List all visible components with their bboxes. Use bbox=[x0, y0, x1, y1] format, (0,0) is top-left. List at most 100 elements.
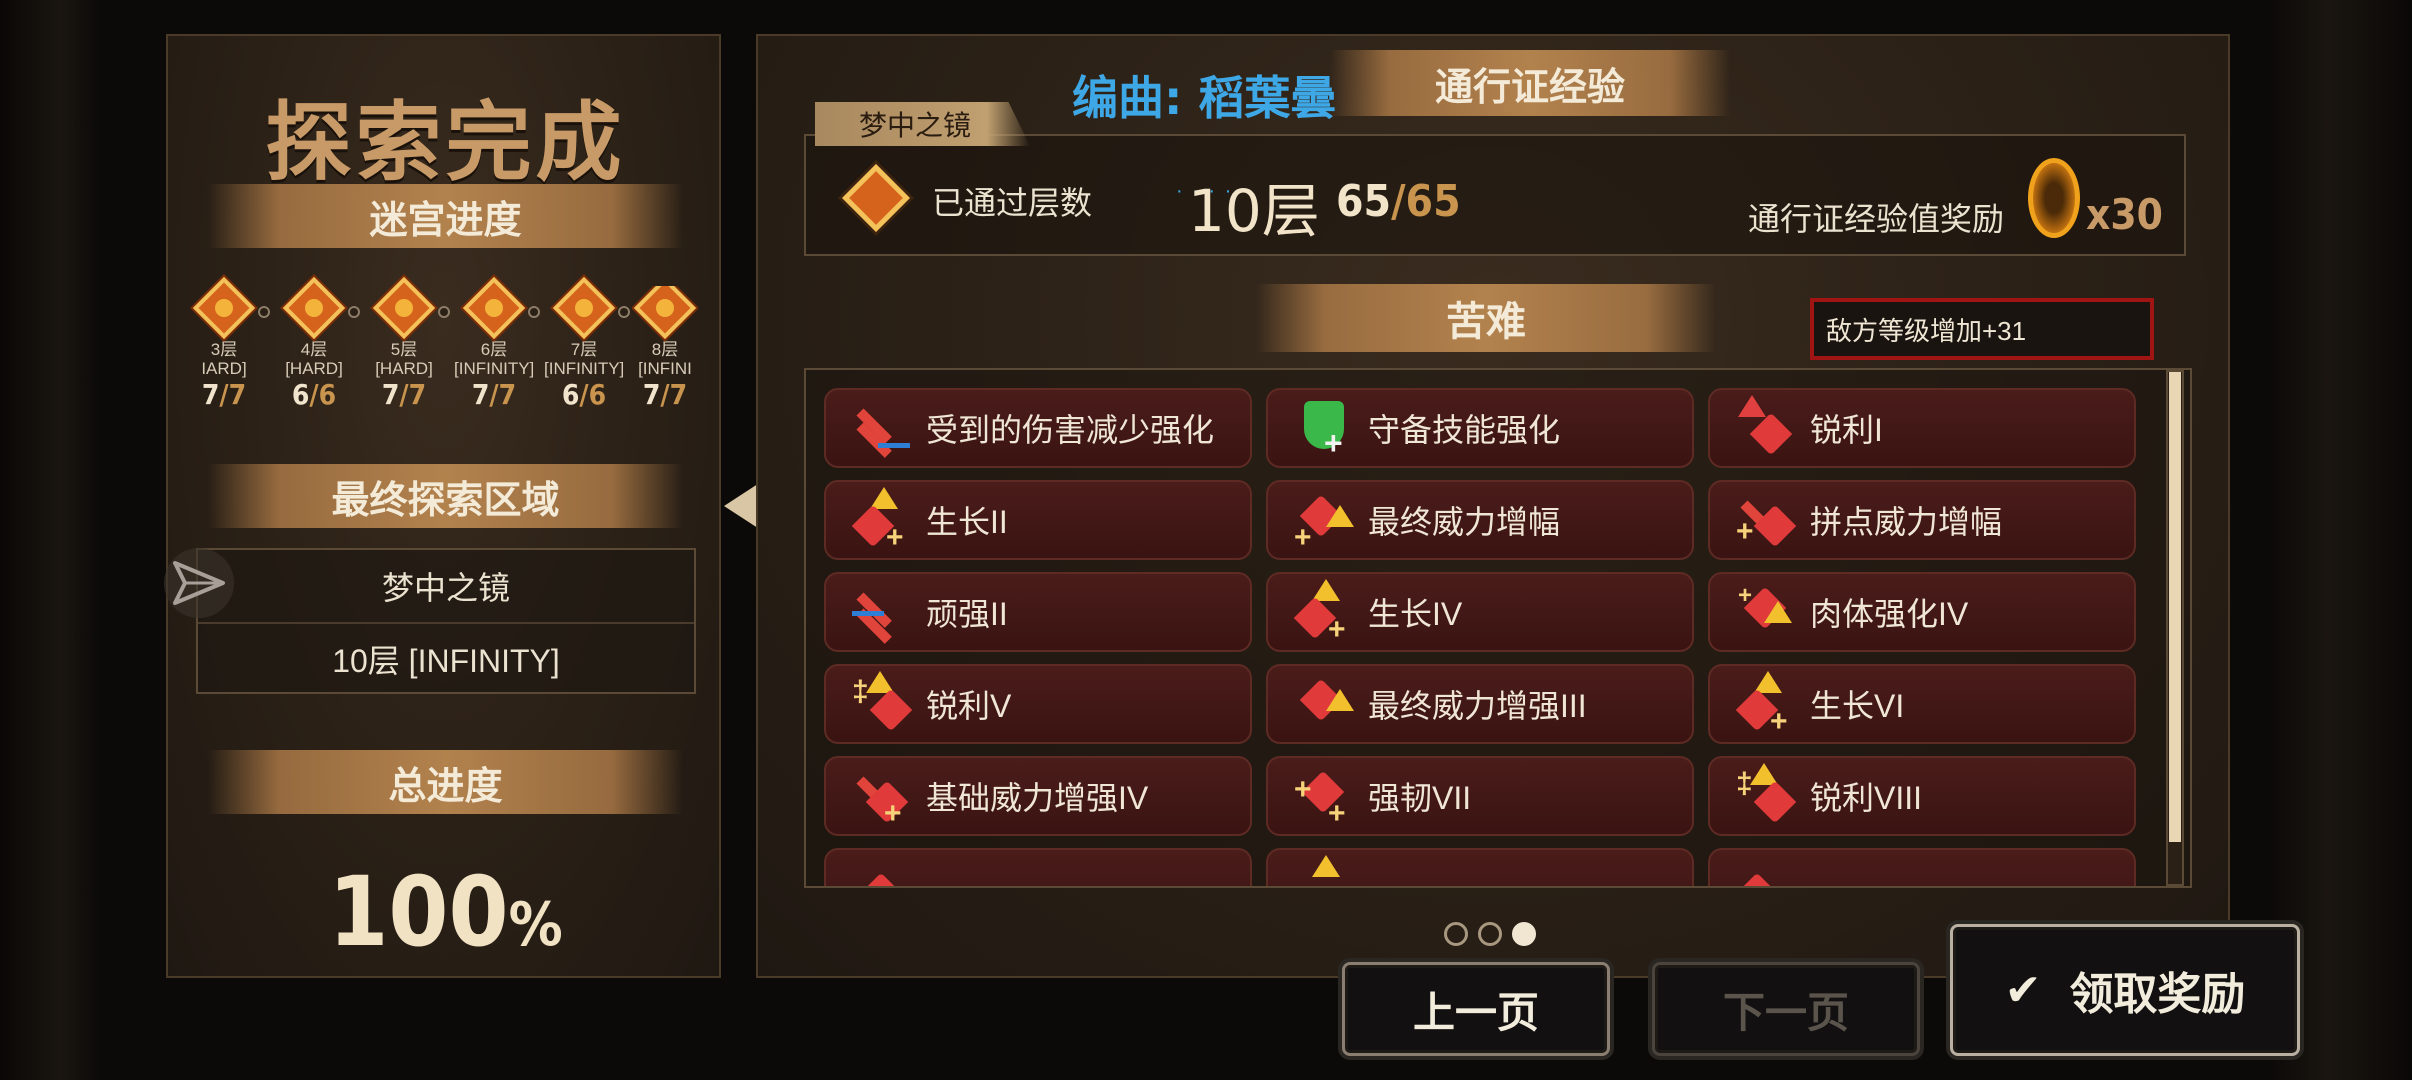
buff-item[interactable]: + 肉体强化IV bbox=[1708, 572, 2136, 652]
buff-item[interactable]: + 生长VI bbox=[1708, 664, 2136, 744]
pass-exp-reward-count: x30 bbox=[2086, 190, 2163, 239]
floor-item: 6层 [INFINITY] 7/7 bbox=[454, 276, 534, 411]
final-area-floor: 10层 [INFINITY] bbox=[198, 622, 694, 694]
page-dot bbox=[1478, 922, 1502, 946]
buff-item[interactable]: + 基础威力增强IV bbox=[824, 756, 1252, 836]
buff-label: 锐利V bbox=[926, 688, 1012, 724]
exploration-summary-panel: 探索完成 迷宫进度 3层 IARD] 7/7 4层 [HARD] 6/6 5层 [HA… bbox=[166, 34, 721, 978]
cleared-count: 65/65 bbox=[1336, 176, 1461, 227]
maze-progress-banner: 迷宫进度 bbox=[208, 184, 683, 248]
floor-diamond-icon bbox=[842, 164, 910, 232]
buff-item[interactable] bbox=[1266, 848, 1694, 886]
cleared-floors-label: 已通过层数 bbox=[932, 185, 1093, 221]
buff-label: 生长VI bbox=[1810, 688, 1905, 724]
prev-page-button[interactable]: 上一页 bbox=[1342, 962, 1610, 1056]
partial-icon bbox=[850, 855, 916, 886]
floor-name: 3层 bbox=[210, 340, 238, 359]
page-dot bbox=[1444, 922, 1468, 946]
base-power-icon: + bbox=[850, 763, 916, 829]
floor-count: 6/6 bbox=[561, 378, 607, 411]
scroll-thumb[interactable] bbox=[2169, 372, 2181, 842]
partial-icon bbox=[1734, 855, 1800, 886]
buff-item[interactable]: ‡ 锐利V bbox=[824, 664, 1252, 744]
buff-item[interactable]: + 守备技能强化 bbox=[1266, 388, 1694, 468]
growth-heart-icon: + bbox=[850, 487, 916, 553]
floor-count: 7/7 bbox=[201, 378, 247, 411]
buff-list-scrollbar[interactable] bbox=[2166, 370, 2184, 886]
floor-item: 3层 IARD] 7/7 bbox=[184, 276, 264, 411]
growth-heart-icon: + bbox=[1292, 579, 1358, 645]
buff-item[interactable]: + 生长II bbox=[824, 480, 1252, 560]
claim-reward-button[interactable]: ✔ 领取奖励 bbox=[1950, 924, 2300, 1056]
buff-label: 最终威力增幅 bbox=[1368, 504, 1561, 540]
maze-progress-label: 迷宫进度 bbox=[369, 197, 522, 242]
buff-label: 顽强II bbox=[926, 596, 1008, 632]
floor-name: 7层 bbox=[570, 340, 598, 359]
music-credit: 编曲: 稻葉曇 bbox=[1072, 71, 1337, 125]
claim-reward-label: 领取奖励 bbox=[2069, 969, 2246, 1020]
floor-diamond-icon bbox=[633, 286, 697, 340]
growth-heart-icon: + bbox=[1734, 671, 1800, 737]
floor-name: 4层 bbox=[300, 340, 328, 359]
floor-name: 8层 bbox=[651, 340, 679, 359]
floor-difficulty: IARD] bbox=[201, 359, 247, 378]
buff-item[interactable]: 最终威力增强III bbox=[1266, 664, 1694, 744]
tenacity-icon bbox=[850, 579, 916, 645]
floor-difficulty: [INFINITY] bbox=[544, 359, 625, 378]
buff-label: 最终威力增强III bbox=[1368, 688, 1587, 724]
buff-item[interactable]: + 生长IV bbox=[1266, 572, 1694, 652]
exploration-complete-title: 探索完成 bbox=[265, 93, 626, 193]
floor-count: 7/7 bbox=[471, 378, 517, 411]
final-area-banner: 最终探索区域 bbox=[208, 464, 683, 528]
buff-item[interactable]: 受到的伤害减少强化 bbox=[824, 388, 1252, 468]
floor-name: 5层 bbox=[390, 340, 418, 359]
buff-item[interactable]: + + 强韧VII bbox=[1266, 756, 1694, 836]
floor-count: 6/6 bbox=[291, 378, 337, 411]
floor-connector bbox=[438, 306, 450, 318]
pass-exp-reward-label: 通行证经验值奖励 bbox=[1748, 201, 2005, 237]
buff-item[interactable]: ‡ 锐利VIII bbox=[1708, 756, 2136, 836]
sharp-heart-icon bbox=[1734, 395, 1800, 461]
body-boost-icon: + bbox=[1734, 579, 1800, 645]
floor-item: 8层 [INFINI 7/7 bbox=[632, 286, 698, 411]
final-power-icon bbox=[1292, 671, 1358, 737]
buff-label: 肉体强化IV bbox=[1810, 596, 1969, 632]
floor-diamond-icon bbox=[372, 276, 436, 340]
buff-item[interactable] bbox=[824, 848, 1252, 886]
floor-item: 4层 [HARD] 6/6 bbox=[274, 276, 354, 411]
partial-icon bbox=[1292, 855, 1358, 886]
final-area-name: 梦中之镜 bbox=[381, 570, 510, 606]
buff-item[interactable]: + 拼点威力增幅 bbox=[1708, 480, 2136, 560]
buff-label: 锐利I bbox=[1810, 412, 1883, 448]
buff-item[interactable]: 锐利I bbox=[1708, 388, 2136, 468]
floor-name: 6层 bbox=[480, 340, 508, 359]
buff-label: 守备技能强化 bbox=[1368, 412, 1561, 448]
floor-item: 7层 [INFINITY] 6/6 bbox=[544, 276, 625, 411]
total-progress-label: 总进度 bbox=[388, 763, 503, 808]
buff-item[interactable]: + 最终威力增幅 bbox=[1266, 480, 1694, 560]
buff-label: 生长II bbox=[926, 504, 1008, 540]
total-progress-value: 100% bbox=[328, 856, 563, 968]
final-area-label: 最终探索区域 bbox=[331, 477, 560, 522]
buff-list[interactable]: 受到的伤害减少强化 + 守备技能强化 锐利I + 生长II + 最终威力增幅 +… bbox=[804, 368, 2192, 888]
next-page-button[interactable]: 下一页 bbox=[1652, 962, 1920, 1056]
buff-item[interactable] bbox=[1708, 848, 2136, 886]
check-icon: ✔ bbox=[2004, 964, 2042, 1016]
floor-diamond-icon bbox=[462, 276, 526, 340]
clash-power-icon: + bbox=[1734, 487, 1800, 553]
floor-difficulty: [HARD] bbox=[375, 359, 433, 378]
mirror-tab: 梦中之镜 bbox=[815, 102, 1030, 146]
floor-count: 7/7 bbox=[642, 378, 688, 411]
right-frame-edge bbox=[2272, 0, 2412, 1080]
buff-label: 基础威力增强IV bbox=[926, 780, 1149, 816]
floor-item: 5层 [HARD] 7/7 bbox=[364, 276, 444, 411]
share-icon[interactable] bbox=[164, 548, 234, 618]
final-power-icon: + bbox=[1292, 487, 1358, 553]
sword-down-icon bbox=[850, 395, 916, 461]
shield-plus-icon: + bbox=[1292, 395, 1358, 461]
floor-count: 7/7 bbox=[381, 378, 427, 411]
buff-label: 拼点威力增幅 bbox=[1810, 504, 2003, 540]
buff-label: 强韧VII bbox=[1368, 780, 1472, 816]
left-frame-edge bbox=[0, 0, 100, 1080]
buff-item[interactable]: 顽强II bbox=[824, 572, 1252, 652]
